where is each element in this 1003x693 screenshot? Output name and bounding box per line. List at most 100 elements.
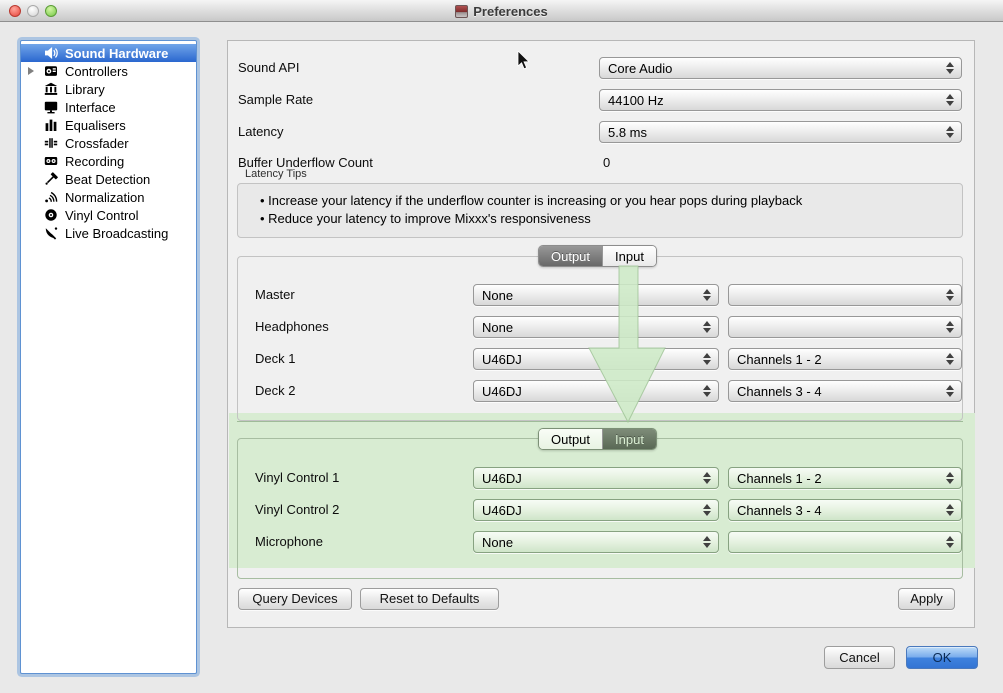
stepper-arrows-icon <box>939 381 961 401</box>
sidebar-item-label: Library <box>65 82 105 97</box>
output-groupbox-bottom-border <box>237 421 963 422</box>
window-title: Preferences <box>473 4 547 19</box>
apply-button[interactable]: Apply <box>898 588 955 610</box>
library-icon <box>43 82 59 97</box>
sample-rate-select[interactable]: 44100 Hz <box>599 89 962 111</box>
stepper-arrows-icon <box>939 317 961 337</box>
deck1-device-select[interactable]: U46DJ <box>473 348 719 370</box>
vinyl-control-2-label: Vinyl Control 2 <box>255 499 339 521</box>
sample-rate-label: Sample Rate <box>238 89 313 111</box>
vinyl-record-icon <box>43 208 59 223</box>
monitor-icon <box>43 100 59 115</box>
titlebar: Preferences <box>0 0 1003 22</box>
sidebar-item-label: Normalization <box>65 190 144 205</box>
headphones-channels-select[interactable] <box>728 316 962 338</box>
deck1-channels-select[interactable]: Channels 1 - 2 <box>728 348 962 370</box>
latency-tip: Reduce your latency to improve Mixxx's r… <box>260 211 591 226</box>
vinyl-control-2-device-select[interactable]: U46DJ <box>473 499 719 521</box>
reset-to-defaults-button[interactable]: Reset to Defaults <box>360 588 499 610</box>
sidebar-item-interface[interactable]: Interface <box>21 98 196 116</box>
stepper-arrows-icon <box>939 90 961 110</box>
sidebar-item-controllers[interactable]: Controllers <box>21 62 196 80</box>
vinyl-control-2-channels-select[interactable]: Channels 3 - 4 <box>728 499 962 521</box>
hammer-icon <box>43 172 59 187</box>
microphone-channels-select[interactable] <box>728 531 962 553</box>
master-label: Master <box>255 284 295 306</box>
disclosure-triangle-icon[interactable] <box>28 67 34 75</box>
sidebar-item-label: Sound Hardware <box>65 46 168 61</box>
sidebar-item-beat-detection[interactable]: Beat Detection <box>21 170 196 188</box>
sidebar-item-label: Beat Detection <box>65 172 150 187</box>
latency-label: Latency <box>238 121 284 143</box>
deck2-device-select[interactable]: U46DJ <box>473 380 719 402</box>
buffer-underflow-value: 0 <box>603 152 610 174</box>
speaker-icon <box>43 46 59 61</box>
sidebar-item-crossfader[interactable]: Crossfader <box>21 134 196 152</box>
vinyl-control-1-device-select[interactable]: U46DJ <box>473 467 719 489</box>
headphones-device-select[interactable]: None <box>473 316 719 338</box>
headphones-label: Headphones <box>255 316 329 338</box>
latency-tips-title: Latency Tips <box>245 168 307 180</box>
latency-select[interactable]: 5.8 ms <box>599 121 962 143</box>
output-input-tabs-input-section: Output Input <box>538 428 657 450</box>
sidebar-item-sound-hardware[interactable]: Sound Hardware <box>21 44 196 62</box>
latency-tip: Increase your latency if the underflow c… <box>260 193 802 208</box>
cancel-button[interactable]: Cancel <box>824 646 895 669</box>
crossfader-icon <box>43 136 59 151</box>
sidebar-item-label: Interface <box>65 100 116 115</box>
equalizer-icon <box>43 118 59 133</box>
latency-tips-box: Increase your latency if the underflow c… <box>237 183 963 238</box>
deck2-label: Deck 2 <box>255 380 295 402</box>
preferences-window: { "window": { "title": "Preferences" }, … <box>0 0 1003 693</box>
master-channels-select[interactable] <box>728 284 962 306</box>
sound-hardware-panel: Sound API Core Audio Sample Rate 44100 H… <box>227 40 975 628</box>
stepper-arrows-icon <box>939 349 961 369</box>
sidebar-item-label: Vinyl Control <box>65 208 138 223</box>
sound-api-label: Sound API <box>238 57 299 79</box>
tab-input[interactable]: Input <box>602 429 656 449</box>
deck1-label: Deck 1 <box>255 348 295 370</box>
stepper-arrows-icon <box>939 500 961 520</box>
tab-input[interactable]: Input <box>602 246 656 266</box>
sidebar-item-label: Controllers <box>65 64 128 79</box>
stepper-arrows-icon <box>696 468 718 488</box>
stepper-arrows-icon <box>939 532 961 552</box>
stepper-arrows-icon <box>696 285 718 305</box>
vinyl-control-1-channels-select[interactable]: Channels 1 - 2 <box>728 467 962 489</box>
midi-controller-icon <box>43 64 59 79</box>
stepper-arrows-icon <box>696 381 718 401</box>
sound-waves-icon <box>43 190 59 205</box>
sidebar-item-equalisers[interactable]: Equalisers <box>21 116 196 134</box>
satellite-icon <box>43 226 59 241</box>
output-input-tabs: Output Input <box>538 245 657 267</box>
sidebar-item-live-broadcasting[interactable]: Live Broadcasting <box>21 224 196 242</box>
sidebar-item-normalization[interactable]: Normalization <box>21 188 196 206</box>
preferences-category-list: Sound Hardware Controllers Library Inter… <box>20 40 197 674</box>
sidebar-item-label: Live Broadcasting <box>65 226 168 241</box>
sidebar-item-recording[interactable]: Recording <box>21 152 196 170</box>
stepper-arrows-icon <box>696 349 718 369</box>
microphone-device-select[interactable]: None <box>473 531 719 553</box>
tab-output[interactable]: Output <box>539 246 602 266</box>
sound-api-select[interactable]: Core Audio <box>599 57 962 79</box>
query-devices-button[interactable]: Query Devices <box>238 588 352 610</box>
sidebar-item-label: Recording <box>65 154 124 169</box>
tab-output[interactable]: Output <box>539 429 602 449</box>
stepper-arrows-icon <box>939 122 961 142</box>
microphone-label: Microphone <box>255 531 323 553</box>
cassette-icon <box>43 154 59 169</box>
stepper-arrows-icon <box>696 317 718 337</box>
sidebar-item-label: Equalisers <box>65 118 126 133</box>
stepper-arrows-icon <box>696 532 718 552</box>
ok-button[interactable]: OK <box>906 646 978 669</box>
sidebar-item-vinyl-control[interactable]: Vinyl Control <box>21 206 196 224</box>
stepper-arrows-icon <box>939 58 961 78</box>
master-device-select[interactable]: None <box>473 284 719 306</box>
stepper-arrows-icon <box>939 468 961 488</box>
stepper-arrows-icon <box>939 285 961 305</box>
preferences-app-icon <box>455 5 468 18</box>
deck2-channels-select[interactable]: Channels 3 - 4 <box>728 380 962 402</box>
sidebar-item-label: Crossfader <box>65 136 129 151</box>
sidebar-item-library[interactable]: Library <box>21 80 196 98</box>
vinyl-control-1-label: Vinyl Control 1 <box>255 467 339 489</box>
